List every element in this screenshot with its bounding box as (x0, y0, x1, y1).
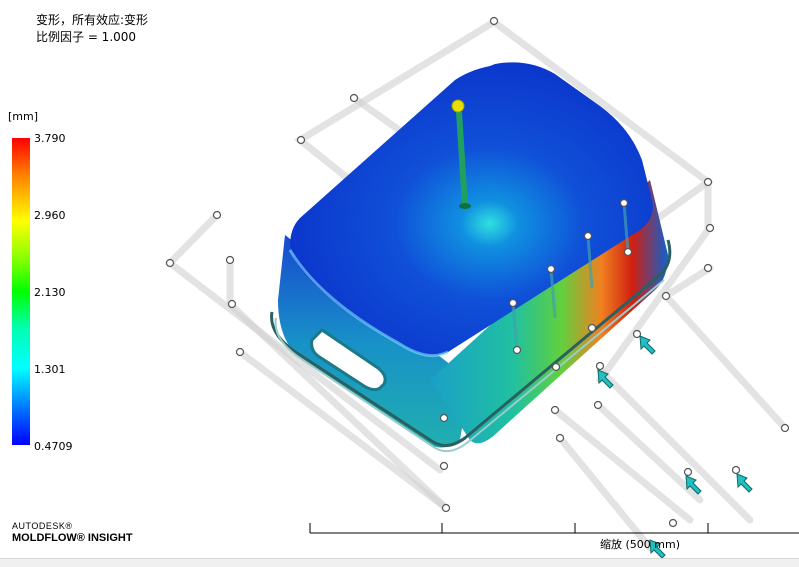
moldflow-logo: AUTODESK® MOLDFLOW® INSIGHT (12, 521, 133, 544)
scale-bar (309, 523, 799, 534)
model-viewport[interactable] (0, 0, 799, 566)
brand-line1: AUTODESK® (12, 521, 73, 531)
scale-bar-label: 缩放 (500 mm) (600, 538, 681, 551)
brand-line2: MOLDFLOW® INSIGHT (12, 532, 133, 544)
